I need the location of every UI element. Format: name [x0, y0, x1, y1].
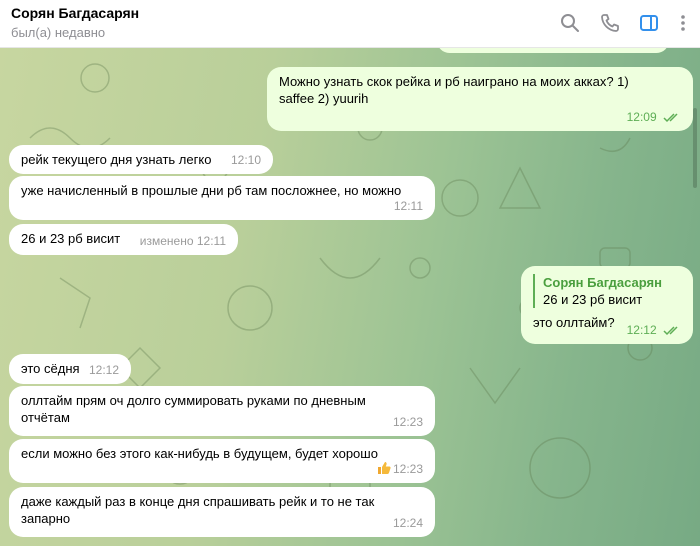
more-icon[interactable] — [672, 12, 694, 34]
sidebar-panel-icon[interactable] — [638, 12, 660, 34]
message-bubble-incoming[interactable]: рейк текущего дня узнать легко 12:10 — [9, 145, 273, 174]
chat-status: был(а) недавно — [11, 25, 106, 40]
message-bubble-incoming[interactable]: если можно без этого как-нибудь в будуще… — [9, 439, 435, 483]
message-bubble-incoming[interactable]: это сёдня 12:12 — [9, 354, 131, 384]
scrollbar[interactable] — [693, 108, 697, 188]
message-bubble-incoming[interactable]: 26 и 23 рб висит изменено 12:11 — [9, 224, 238, 255]
message-text: 26 и 23 рб висит — [21, 231, 121, 246]
message-time: 12:23 — [392, 415, 423, 429]
message-bubble-outgoing[interactable]: Сорян Багдасарян 26 и 23 рб висит это ол… — [521, 266, 693, 344]
chat-title[interactable]: Сорян Багдасарян — [11, 5, 139, 21]
message-time: 12:23 — [377, 461, 423, 478]
message-bubble-incoming[interactable]: уже начисленный в прошлые дни рб там пос… — [9, 176, 435, 220]
message-time: 12:10 — [230, 153, 261, 167]
phone-icon[interactable] — [599, 12, 621, 34]
message-text: уже начисленный в прошлые дни рб там пос… — [21, 183, 402, 198]
double-check-icon — [663, 326, 678, 335]
message-time: 12:24 — [392, 516, 423, 530]
reply-author: Сорян Багдасарян — [543, 275, 662, 290]
message-text: это сёдня — [21, 361, 80, 376]
edited-label: изменено — [139, 234, 194, 248]
message-bubble-incoming[interactable]: даже каждый раз в конце дня спрашивать р… — [9, 487, 435, 537]
message-text: рейк текущего дня узнать легко — [21, 152, 212, 167]
message-text: даже каждый раз в конце дня спрашивать р… — [21, 494, 375, 526]
search-icon[interactable] — [559, 12, 581, 34]
message-time: изменено 12:11 — [139, 234, 226, 248]
message-time: 12:11 — [393, 199, 423, 213]
thumbs-up-icon[interactable] — [377, 461, 391, 475]
message-text: если можно без этого как-нибудь в будуще… — [21, 446, 378, 461]
chat-header: Сорян Багдасарян был(а) недавно — [0, 0, 700, 48]
message-time: 12:09 — [627, 109, 681, 126]
reply-quote[interactable]: Сорян Багдасарян 26 и 23 рб висит — [533, 274, 681, 308]
message-bubble-partial[interactable] — [437, 48, 669, 53]
message-bubble-outgoing[interactable]: Можно узнать скок рейка и рб наиграно на… — [267, 67, 693, 131]
message-text: оллтайм прям оч долго суммировать руками… — [21, 393, 366, 425]
message-time: 12:12 — [627, 322, 681, 339]
message-time: 12:12 — [88, 363, 119, 377]
reply-text: 26 и 23 рб висит — [543, 292, 643, 307]
message-bubble-incoming[interactable]: оллтайм прям оч долго суммировать руками… — [9, 386, 435, 436]
message-text: Можно узнать скок рейка и рб наиграно на… — [279, 74, 629, 106]
chat-area[interactable]: Можно узнать скок рейка и рб наиграно на… — [0, 48, 700, 546]
double-check-icon — [663, 113, 678, 122]
